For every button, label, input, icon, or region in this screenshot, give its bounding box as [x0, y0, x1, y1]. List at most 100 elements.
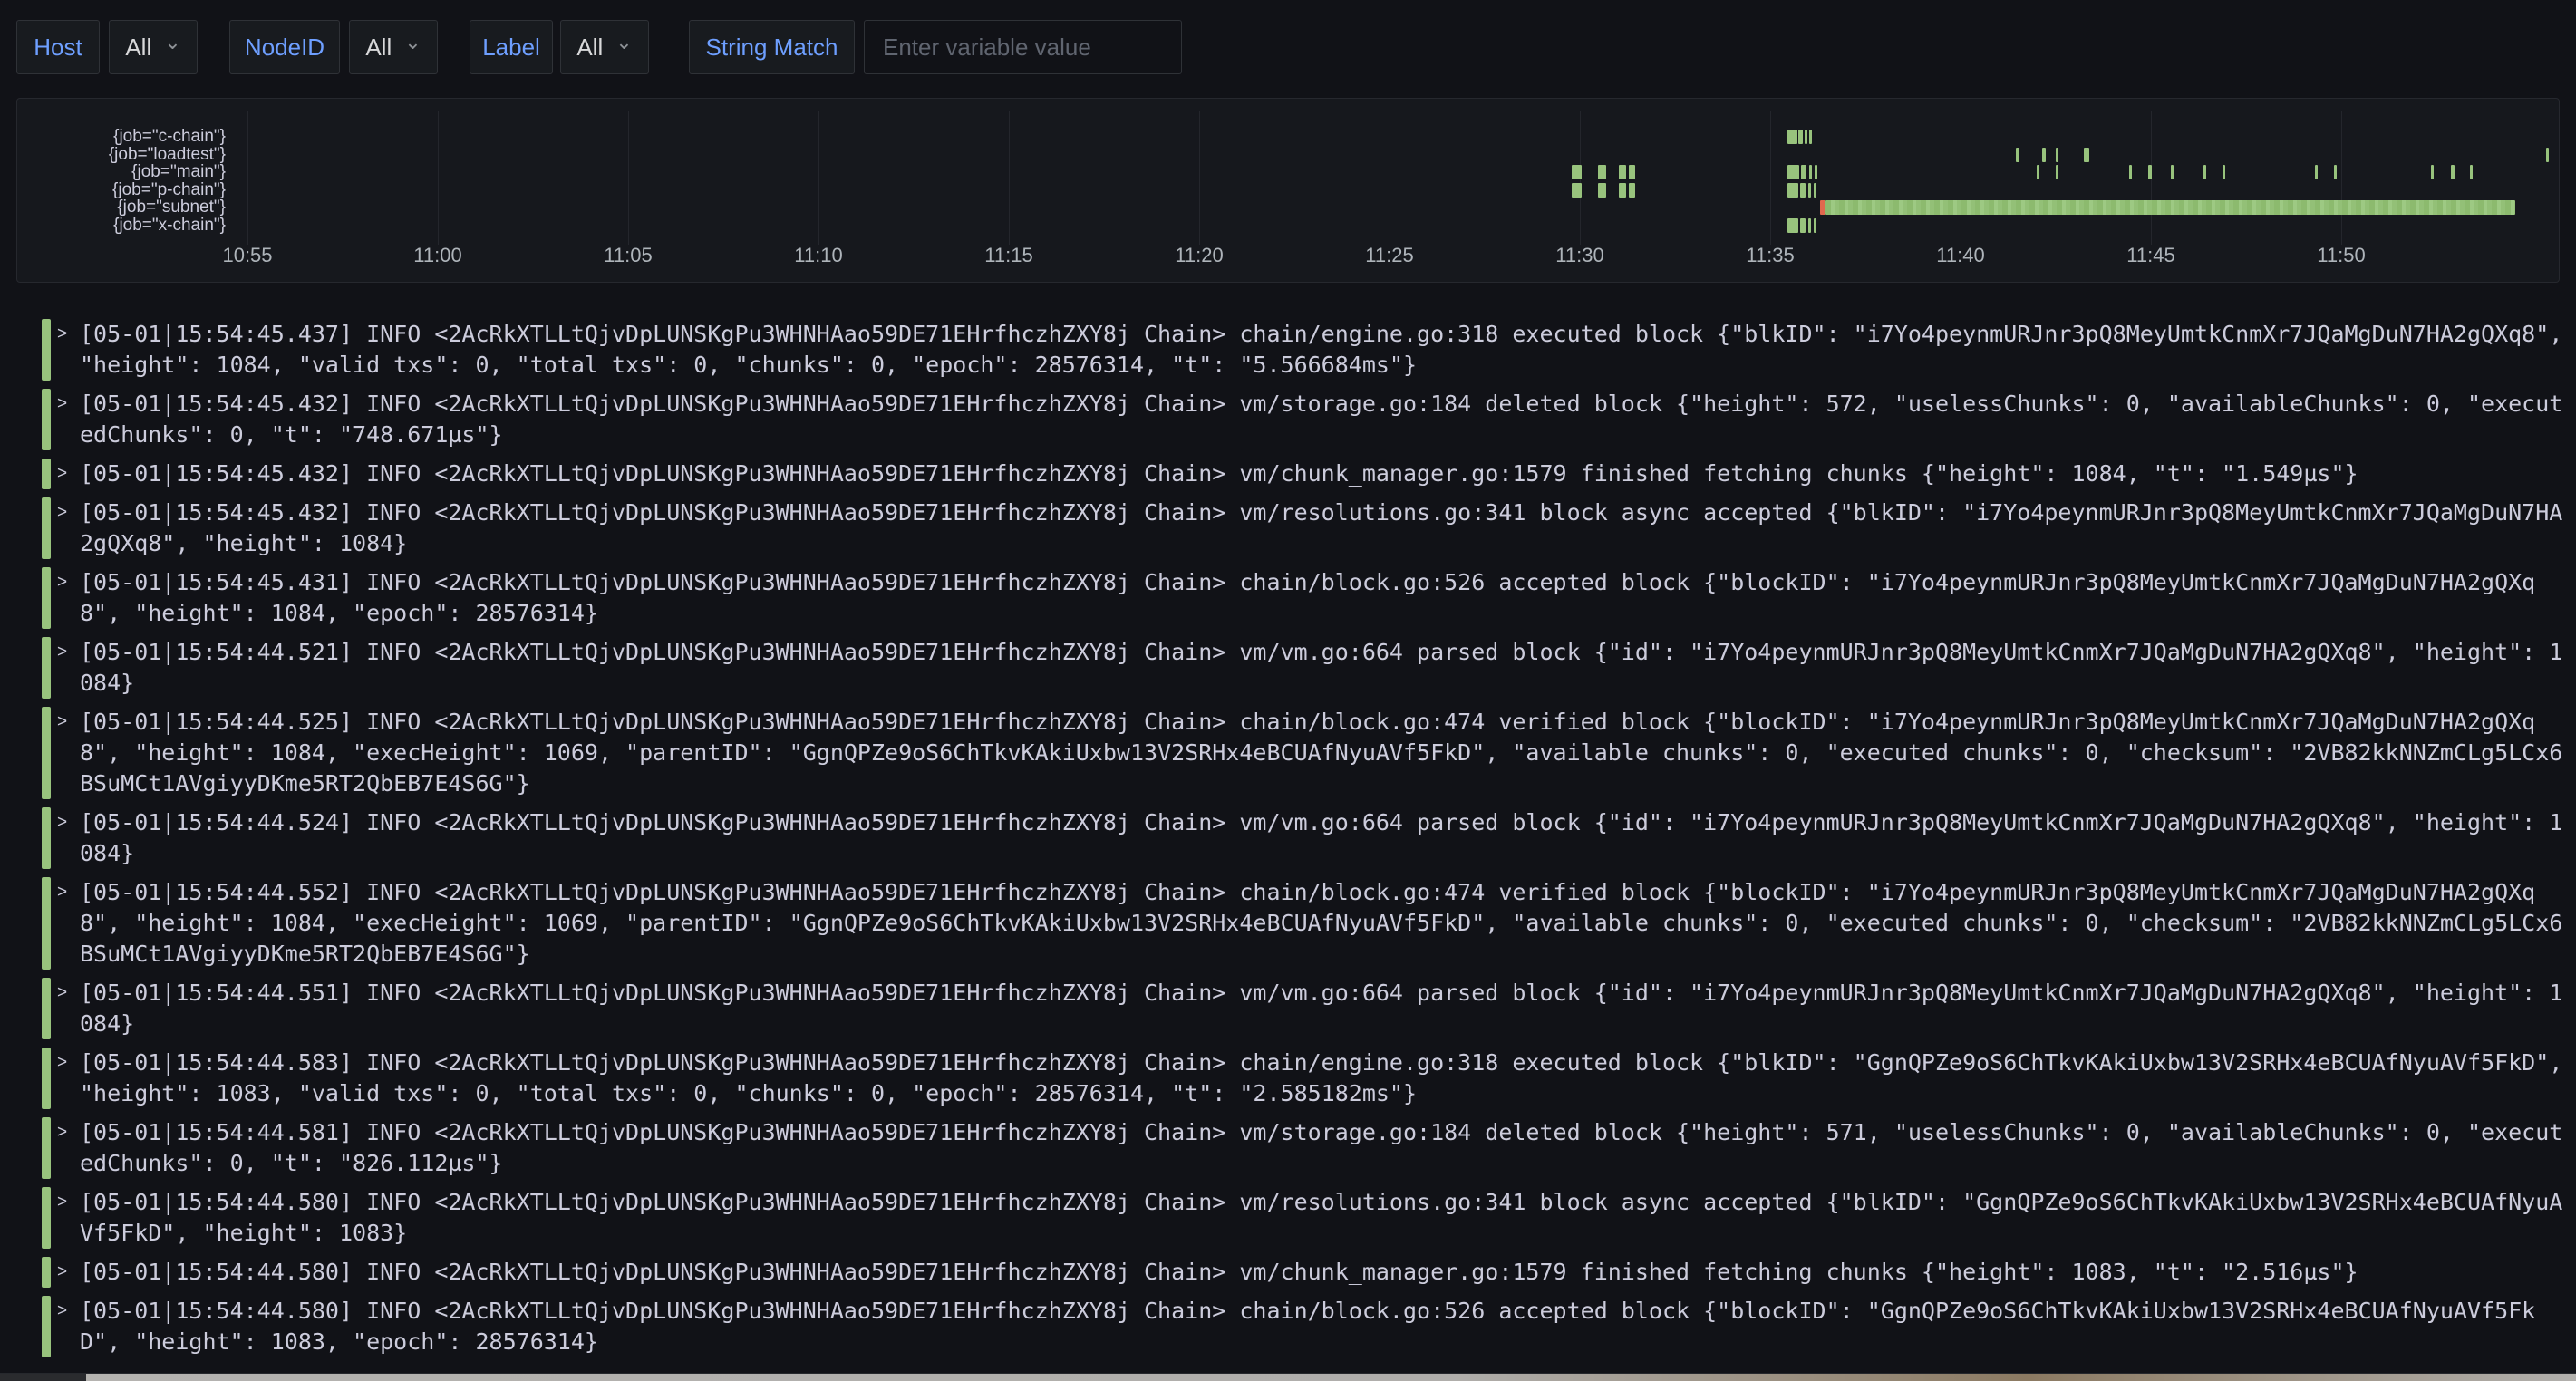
- log-row[interactable]: >[05-01|15:54:45.432] INFO <2AcRkXTLLtQj…: [42, 459, 2576, 489]
- timeline-bar-segment: [1825, 200, 2515, 215]
- timeline-series-label: {job="x-chain"}: [24, 217, 226, 235]
- timeline-bar-segment: [1798, 130, 1803, 144]
- timeline-plot-area[interactable]: [232, 123, 2552, 241]
- timeline-bar-segment: [2470, 165, 2473, 179]
- timeline-bar-segment: [1629, 165, 1635, 179]
- log-row[interactable]: >[05-01|15:54:44.580] INFO <2AcRkXTLLtQj…: [42, 1257, 2576, 1288]
- log-level-indicator: [42, 877, 51, 970]
- log-line-text: [05-01|15:54:44.551] INFO <2AcRkXTLLtQjv…: [80, 978, 2576, 1039]
- timeline-bar-segment: [2334, 165, 2337, 179]
- log-line-text: [05-01|15:54:44.581] INFO <2AcRkXTLLtQjv…: [80, 1117, 2576, 1179]
- logs-panel[interactable]: >[05-01|15:54:45.437] INFO <2AcRkXTLLtQj…: [42, 319, 2576, 1366]
- expand-chevron-icon[interactable]: >: [57, 1048, 80, 1078]
- variable-select-nodeid[interactable]: All ⌄: [349, 20, 438, 74]
- expand-chevron-icon[interactable]: >: [57, 497, 80, 528]
- time-tick-label: 11:45: [2126, 244, 2174, 267]
- variable-label-nodeid: NodeID: [229, 20, 340, 74]
- timeline-bar-segment: [1800, 218, 1806, 233]
- time-tick-label: 11:20: [1175, 244, 1223, 267]
- log-line-text: [05-01|15:54:45.432] INFO <2AcRkXTLLtQjv…: [80, 497, 2576, 559]
- time-tick-label: 11:05: [604, 244, 652, 267]
- log-row[interactable]: >[05-01|15:54:45.432] INFO <2AcRkXTLLtQj…: [42, 497, 2576, 559]
- timeline-bar-segment: [1815, 165, 1817, 179]
- time-tick-label: 11:30: [1555, 244, 1603, 267]
- log-line-text: [05-01|15:54:44.525] INFO <2AcRkXTLLtQjv…: [80, 707, 2576, 799]
- log-row[interactable]: >[05-01|15:54:45.437] INFO <2AcRkXTLLtQj…: [42, 319, 2576, 381]
- log-line-text: [05-01|15:54:44.524] INFO <2AcRkXTLLtQjv…: [80, 807, 2576, 869]
- timeline-bar-segment: [2056, 148, 2058, 162]
- log-row[interactable]: >[05-01|15:54:44.583] INFO <2AcRkXTLLtQj…: [42, 1048, 2576, 1109]
- log-level-indicator: [42, 978, 51, 1039]
- timeline-series-label: {job="c-chain"}: [24, 128, 226, 146]
- expand-chevron-icon[interactable]: >: [57, 319, 80, 350]
- log-level-indicator: [42, 807, 51, 869]
- timeline-bar-segment: [1808, 183, 1811, 198]
- timeline-bar-segment: [2148, 165, 2152, 179]
- time-gridline: [1199, 111, 1200, 245]
- log-row[interactable]: >[05-01|15:54:44.525] INFO <2AcRkXTLLtQj…: [42, 707, 2576, 799]
- expand-chevron-icon[interactable]: >: [57, 389, 80, 420]
- log-row[interactable]: >[05-01|15:54:44.581] INFO <2AcRkXTLLtQj…: [42, 1117, 2576, 1179]
- log-volume-timeline-panel[interactable]: {job="c-chain"}{job="loadtest"}{job="mai…: [16, 98, 2560, 283]
- horizontal-scrollbar[interactable]: [86, 1374, 2576, 1381]
- variable-select-label[interactable]: All ⌄: [560, 20, 649, 74]
- time-gridline: [1009, 111, 1010, 245]
- log-line-text: [05-01|15:54:45.432] INFO <2AcRkXTLLtQjv…: [80, 389, 2576, 450]
- expand-chevron-icon[interactable]: >: [57, 459, 80, 489]
- expand-chevron-icon[interactable]: >: [57, 637, 80, 668]
- expand-chevron-icon[interactable]: >: [57, 1296, 80, 1327]
- variable-select-host[interactable]: All ⌄: [109, 20, 198, 74]
- log-row[interactable]: >[05-01|15:54:44.580] INFO <2AcRkXTLLtQj…: [42, 1296, 2576, 1357]
- expand-chevron-icon[interactable]: >: [57, 1187, 80, 1218]
- time-tick-label: 11:40: [1936, 244, 1984, 267]
- log-row[interactable]: >[05-01|15:54:44.524] INFO <2AcRkXTLLtQj…: [42, 807, 2576, 869]
- timeline-bar-segment: [1619, 183, 1626, 198]
- chevron-down-icon: ⌄: [164, 38, 180, 47]
- time-gridline: [628, 111, 629, 245]
- timeline-bar-segment: [1629, 183, 1635, 198]
- timeline-bar-segment: [2171, 165, 2174, 179]
- variable-value-host: All: [125, 34, 151, 62]
- timeline-bar-segment: [1598, 165, 1606, 179]
- log-line-text: [05-01|15:54:44.583] INFO <2AcRkXTLLtQjv…: [80, 1048, 2576, 1109]
- log-line-text: [05-01|15:54:45.432] INFO <2AcRkXTLLtQjv…: [80, 459, 2576, 489]
- timeline-bar-segment: [1805, 130, 1807, 144]
- timeline-bar-segment: [1808, 218, 1811, 233]
- log-row[interactable]: >[05-01|15:54:44.521] INFO <2AcRkXTLLtQj…: [42, 637, 2576, 699]
- log-row[interactable]: >[05-01|15:54:44.552] INFO <2AcRkXTLLtQj…: [42, 877, 2576, 970]
- timeline-bar-segment: [2037, 165, 2039, 179]
- log-level-indicator: [42, 1117, 51, 1179]
- bottom-edge-left: [0, 1374, 86, 1381]
- expand-chevron-icon[interactable]: >: [57, 707, 80, 738]
- log-level-indicator: [42, 1048, 51, 1109]
- timeline-bar-segment: [2129, 165, 2132, 179]
- log-level-indicator: [42, 497, 51, 559]
- time-tick-label: 10:55: [222, 244, 272, 267]
- timeline-bar-segment: [1809, 130, 1812, 144]
- expand-chevron-icon[interactable]: >: [57, 567, 80, 598]
- time-tick-label: 11:50: [2317, 244, 2365, 267]
- log-row[interactable]: >[05-01|15:54:44.551] INFO <2AcRkXTLLtQj…: [42, 978, 2576, 1039]
- timeline-bar-segment: [2084, 148, 2089, 162]
- log-line-text: [05-01|15:54:44.580] INFO <2AcRkXTLLtQjv…: [80, 1187, 2576, 1249]
- timeline-bar-segment: [1787, 218, 1798, 233]
- time-gridline: [438, 111, 439, 245]
- log-row[interactable]: >[05-01|15:54:45.431] INFO <2AcRkXTLLtQj…: [42, 567, 2576, 629]
- string-match-input[interactable]: [864, 20, 1182, 74]
- expand-chevron-icon[interactable]: >: [57, 807, 80, 838]
- log-line-text: [05-01|15:54:44.580] INFO <2AcRkXTLLtQjv…: [80, 1257, 2576, 1288]
- expand-chevron-icon[interactable]: >: [57, 978, 80, 1009]
- timeline-bar-segment: [1814, 218, 1816, 233]
- string-match-label: String Match: [689, 20, 855, 74]
- timeline-bar-segment: [1787, 165, 1799, 179]
- log-row[interactable]: >[05-01|15:54:44.580] INFO <2AcRkXTLLtQj…: [42, 1187, 2576, 1249]
- log-level-indicator: [42, 1296, 51, 1357]
- log-line-text: [05-01|15:54:44.580] INFO <2AcRkXTLLtQjv…: [80, 1296, 2576, 1357]
- expand-chevron-icon[interactable]: >: [57, 1257, 80, 1288]
- expand-chevron-icon[interactable]: >: [57, 1117, 80, 1148]
- expand-chevron-icon[interactable]: >: [57, 877, 80, 908]
- variable-value-nodeid: All: [365, 34, 392, 62]
- time-gridline: [2341, 111, 2342, 245]
- timeline-bar-segment: [2315, 165, 2318, 179]
- log-row[interactable]: >[05-01|15:54:45.432] INFO <2AcRkXTLLtQj…: [42, 389, 2576, 450]
